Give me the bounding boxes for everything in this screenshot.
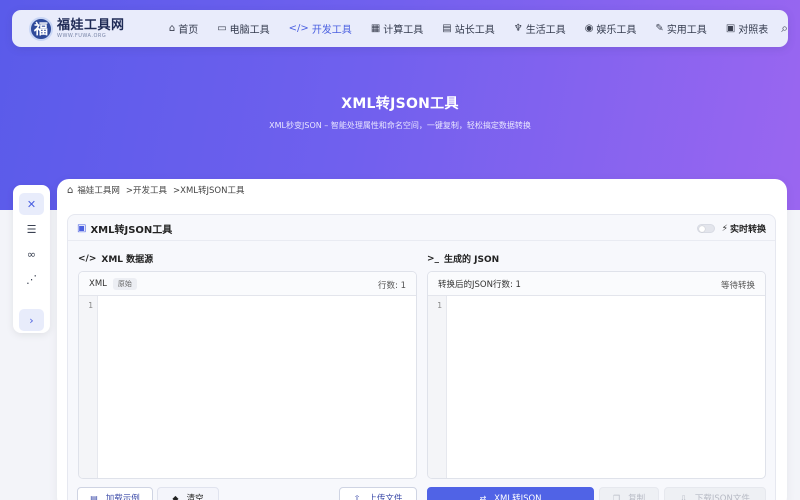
button-label: 加载示例 [105,494,140,500]
button-label: 下载JSON文件 [694,494,750,500]
nav-label: 计算工具 [383,25,424,36]
button-label: 清空 [186,494,204,500]
monitor-icon: ▭ [217,23,227,34]
button-label: 复制 [628,494,646,500]
code-icon: </> [78,253,97,264]
tool-title: ▣ XML转JSON工具 [77,221,172,236]
nav-item-home[interactable]: ⌂ 首页 [169,21,198,36]
nav-menu: ⌂ 首页 ▭ 电脑工具 </> 开发工具 ▦ 计算工具 ▤ 站长工具 ♆ 生活工… [169,21,788,36]
button-label: XML转JSON [494,494,542,500]
xml-panel-header: XML 原始 行数: 1 [79,272,416,296]
code-icon: </> [288,23,309,34]
tool-title-text: XML转JSON工具 [90,225,173,236]
file-code-icon: ▣ [77,223,87,234]
exchange-icon: ⇄ [479,493,487,500]
server-icon: ▤ [442,23,452,34]
bolt-icon: ⚡ [721,223,728,234]
tools-icon[interactable]: ✕ [19,193,44,215]
download-json-button[interactable]: ⇩ 下载JSON文件 [664,487,766,500]
button-label: 上传文件 [368,494,403,500]
link-icon[interactable]: ∞ [19,243,44,265]
breadcrumb-dev-tools[interactable]: >开发工具 [126,184,167,196]
output-section-label: 生成的 JSON [444,255,500,265]
nav-label: 实用工具 [666,25,707,36]
chevron-right-icon[interactable]: › [19,309,44,331]
upload-icon: ⇧ [353,493,361,500]
nav-item-calc-tools[interactable]: ▦ 计算工具 [371,21,423,36]
calculator-icon: ▦ [370,23,381,34]
breadcrumb: ⌂ 福娃工具网 >开发工具 >XML转JSON工具 [67,184,245,197]
terminal-icon: >_ [427,253,440,264]
json-label: 转换后的JSON行数: 1 [438,279,521,290]
json-panel-header: 转换后的JSON行数: 1 等待转换 [428,272,765,296]
realtime-toggle[interactable] [696,224,715,233]
home-icon: ⌂ [168,23,176,34]
json-editor[interactable]: 1 [428,296,765,478]
realtime-label: 实时转换 [729,225,766,235]
logo-subtitle: WWW.FUWA.ORG [57,32,107,39]
nav-label: 电脑工具 [229,25,270,36]
nav-item-computer-tools[interactable]: ▭ 电脑工具 [217,21,269,36]
nav-item-fun-tools[interactable]: ◉ 娱乐工具 [585,21,637,36]
nav-item-webmaster-tools[interactable]: ▤ 站长工具 [442,21,494,36]
breadcrumb-current: >XML转JSON工具 [173,186,245,196]
list-icon[interactable]: ☰ [19,218,44,240]
nav-item-reference-tables[interactable]: ▣ 对照表 [726,21,768,36]
raw-tag: 原始 [112,277,137,290]
nav-item-dev-tools[interactable]: </> 开发工具 [289,21,352,36]
tool-header: ▣ XML转JSON工具 ⚡ 实时转换 [68,215,775,241]
load-example-button[interactable]: ▤ 加载示例 [77,487,153,500]
xml-line-numbers: 1 [79,296,98,478]
wrench-icon: ✎ [655,23,664,34]
tool-panel: ▣ XML转JSON工具 ⚡ 实时转换 </> XML 数据源 >_ 生成的 J… [67,214,776,500]
page-subtitle: XML秒变JSON – 智能处理属性和命名空间，一键复制，轻松搞定数据转换 [269,121,531,130]
logo-title: 福娃工具网 [57,17,125,33]
convert-button[interactable]: ⇄ XML转JSON [427,487,594,500]
top-navbar: 福 福娃工具网 WWW.FUWA.ORG ⌂ 首页 ▭ 电脑工具 </> 开发工… [12,10,788,47]
copy-icon: ❐ [612,493,621,500]
site-logo[interactable]: 福 福娃工具网 WWW.FUWA.ORG [29,16,155,41]
gamepad-icon: ◉ [584,23,594,34]
input-section-title: </> XML 数据源 [78,252,154,266]
realtime-control: ⚡ 实时转换 [696,222,766,235]
download-icon: ⇩ [680,493,687,500]
output-section-title: >_ 生成的 JSON [427,252,500,266]
utensils-icon: ♆ [513,23,523,34]
json-output-panel: 转换后的JSON行数: 1 等待转换 1 [427,271,766,479]
json-line-numbers: 1 [428,296,447,478]
page-title: XML转JSON工具 [341,96,459,112]
clear-button[interactable]: ◆ 清空 [157,487,219,500]
nav-label: 开发工具 [311,25,352,36]
search-icon[interactable]: ⌕ [781,21,788,36]
input-section-label: XML 数据源 [101,255,154,265]
eraser-icon: ◆ [172,493,179,500]
nav-label: 对照表 [738,25,769,36]
xml-line-count: 行数: 1 [378,281,406,291]
logo-mark: 福 [29,16,53,41]
nav-label: 站长工具 [454,25,495,36]
copy-button[interactable]: ❐ 复制 [599,487,659,500]
json-status: 等待转换 [720,281,755,291]
breadcrumb-home[interactable]: 福娃工具网 [77,184,120,196]
nav-label: 首页 [178,25,199,36]
nav-item-life-tools[interactable]: ♆ 生活工具 [514,21,566,36]
xml-label: XML [89,278,107,289]
side-toolbar: ✕ ☰ ∞ ⋰ › [13,185,50,333]
share-icon[interactable]: ⋰ [19,268,44,290]
table-icon: ▣ [725,23,736,34]
xml-input-panel: XML 原始 行数: 1 1 [78,271,417,479]
nav-label: 生活工具 [525,25,566,36]
file-icon: ▤ [90,493,98,500]
upload-file-button[interactable]: ⇧ 上传文件 [339,487,417,500]
nav-item-utility-tools[interactable]: ✎ 实用工具 [655,21,706,36]
nav-label: 娱乐工具 [596,25,637,36]
home-icon: ⌂ [67,184,74,196]
main-card: ⌂ 福娃工具网 >开发工具 >XML转JSON工具 ▣ XML转JSON工具 ⚡… [57,179,787,500]
xml-editor[interactable]: 1 [79,296,416,478]
